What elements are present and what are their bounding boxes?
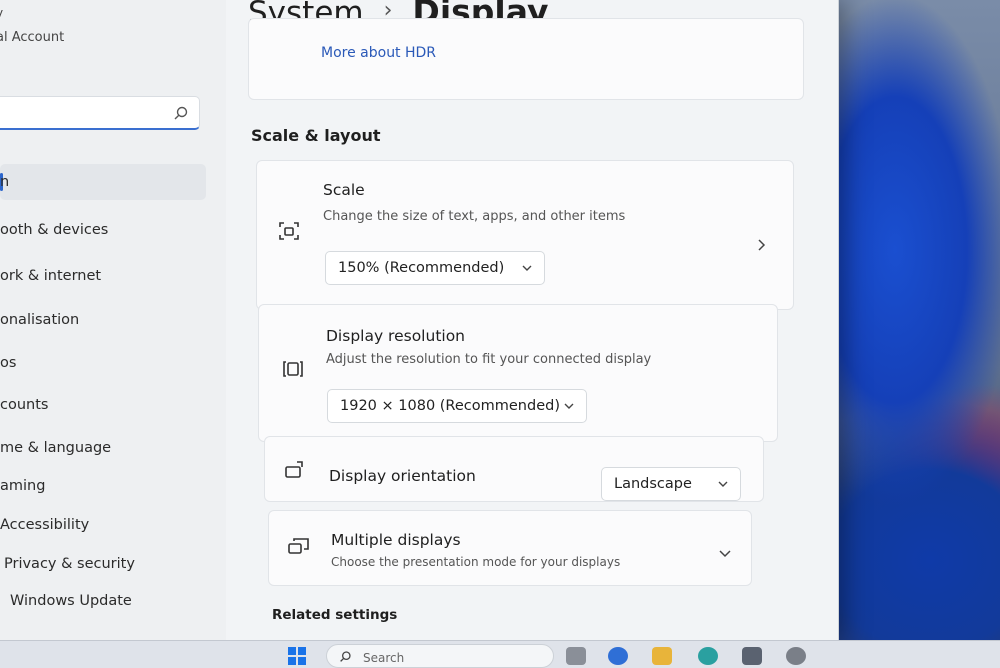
- sidebar-item-label: n: [0, 174, 10, 190]
- sidebar-item-label: Accessibility: [0, 517, 90, 533]
- multiple-displays-title: Multiple displays: [331, 531, 461, 549]
- chat-icon[interactable]: [608, 647, 628, 665]
- orientation-icon: [285, 461, 303, 478]
- scale-subtitle: Change the size of text, apps, and other…: [323, 209, 626, 224]
- resolution-icon: [283, 361, 303, 377]
- resolution-subtitle: Adjust the resolution to fit your connec…: [326, 352, 652, 367]
- settings-search-input[interactable]: g: [0, 96, 200, 130]
- account-label: al Account: [0, 30, 65, 45]
- sidebar-item-label: ooth & devices: [0, 222, 109, 238]
- windows-start-icon[interactable]: [288, 647, 306, 665]
- sidebar: y al Account g n ooth & devices ork & in…: [0, 0, 226, 640]
- multiple-displays-subtitle: Choose the presentation mode for your di…: [331, 555, 621, 569]
- related-settings-heading: Related settings: [272, 607, 398, 623]
- search-icon: [174, 106, 188, 120]
- search-icon: [340, 651, 351, 662]
- settings-window: y al Account g n ooth & devices ork & in…: [0, 0, 839, 640]
- orientation-card: Display orientation Landscape: [264, 436, 764, 502]
- resolution-title: Display resolution: [326, 327, 466, 345]
- chevron-down-icon: [718, 481, 728, 487]
- sidebar-item-label: counts: [0, 397, 49, 413]
- scale-dropdown[interactable]: 150% (Recommended): [325, 251, 545, 285]
- chevron-down-icon: [522, 265, 532, 271]
- section-title: Scale & layout: [251, 126, 381, 145]
- sidebar-item-label: aming: [0, 478, 46, 494]
- sidebar-item-label: me & language: [0, 440, 112, 456]
- orientation-value: Landscape: [614, 476, 692, 492]
- scale-card[interactable]: Scale Change the size of text, apps, and…: [256, 160, 794, 310]
- chevron-right-icon: [758, 239, 766, 251]
- file-explorer-icon[interactable]: [652, 647, 672, 665]
- more-about-hdr-link[interactable]: More about HDR: [321, 45, 436, 61]
- sidebar-item-network[interactable]: ork & internet: [0, 258, 206, 294]
- sidebar-item-label: os: [0, 355, 17, 371]
- sidebar-item-system[interactable]: n: [0, 164, 206, 200]
- scale-icon: [279, 222, 299, 240]
- account-initial: y: [0, 6, 3, 20]
- sidebar-item-label: Windows Update: [10, 593, 132, 609]
- resolution-value: 1920 × 1080 (Recommended): [340, 398, 560, 414]
- main-content: System › Display More about HDR Scale & la…: [226, 0, 838, 640]
- multiple-displays-card[interactable]: Multiple displays Choose the presentatio…: [268, 510, 752, 586]
- settings-gear-icon[interactable]: [786, 647, 806, 665]
- sidebar-item-label: onalisation: [0, 312, 80, 328]
- orientation-dropdown[interactable]: Landscape: [601, 467, 741, 501]
- orientation-title: Display orientation: [329, 467, 476, 485]
- sidebar-item-label: Privacy & security: [4, 556, 135, 572]
- sidebar-item-time-language[interactable]: me & language: [0, 430, 206, 466]
- taskbar-search-label: Search: [363, 651, 405, 665]
- chevron-down-icon: [564, 403, 574, 409]
- edge-icon[interactable]: [698, 647, 718, 665]
- sidebar-item-label: ork & internet: [0, 268, 102, 284]
- resolution-card: Display resolution Adjust the resolution…: [258, 304, 778, 442]
- sidebar-item-accessibility[interactable]: Accessibility: [0, 507, 206, 543]
- taskbar-search-box[interactable]: Search: [326, 644, 554, 668]
- taskbar: Search: [0, 640, 1000, 668]
- hdr-card: More about HDR: [248, 18, 804, 100]
- sidebar-item-personalisation[interactable]: onalisation: [0, 302, 206, 338]
- sidebar-item-privacy-security[interactable]: Privacy & security: [4, 546, 210, 582]
- chevron-down-icon: [719, 550, 731, 558]
- multiple-displays-icon: [288, 538, 309, 554]
- sidebar-item-windows-update[interactable]: Windows Update: [10, 583, 216, 619]
- sidebar-item-accounts[interactable]: counts: [0, 387, 206, 423]
- sidebar-item-apps[interactable]: os: [0, 345, 206, 381]
- task-view-icon[interactable]: [566, 647, 586, 665]
- sidebar-item-bluetooth[interactable]: ooth & devices: [0, 212, 206, 248]
- scale-title: Scale: [323, 181, 365, 199]
- scale-value: 150% (Recommended): [338, 260, 505, 276]
- store-icon[interactable]: [742, 647, 762, 665]
- resolution-dropdown[interactable]: 1920 × 1080 (Recommended): [327, 389, 587, 423]
- sidebar-item-gaming[interactable]: aming: [0, 468, 206, 504]
